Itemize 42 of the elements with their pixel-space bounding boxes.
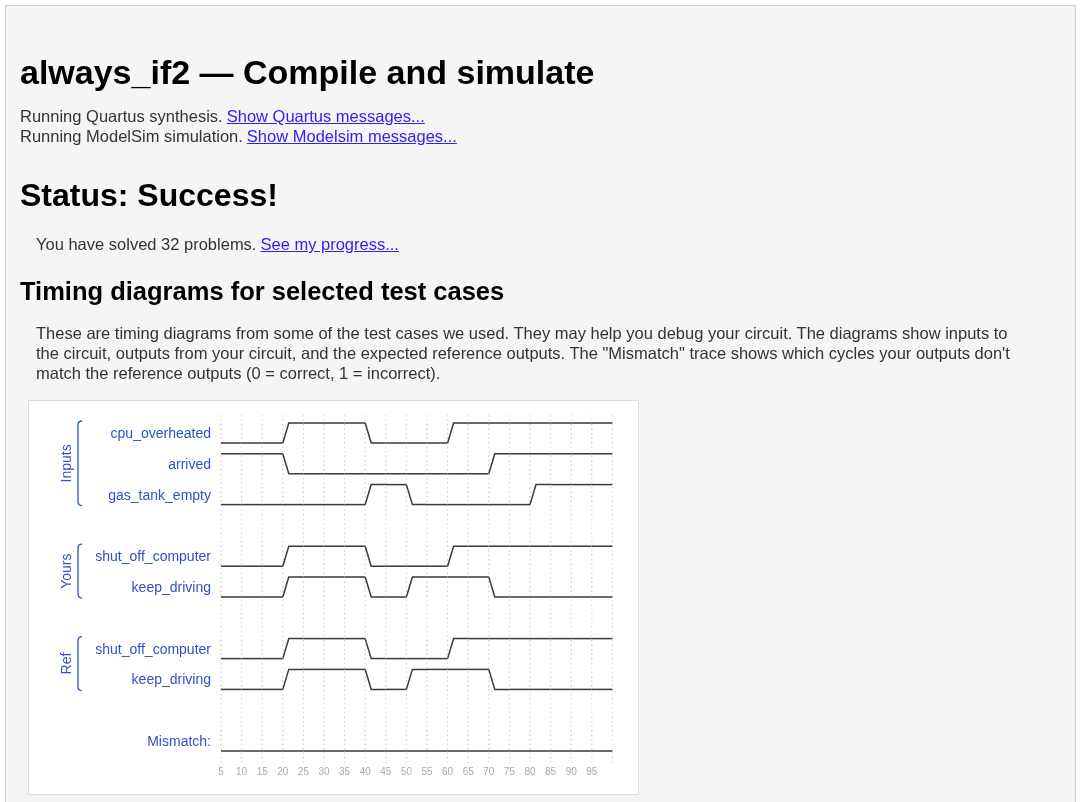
log-text: Running Quartus synthesis.: [20, 106, 223, 126]
description-text: These are timing diagrams from some of the test cases we used. They may help you debug your circuit. The diagrams show inputs to the circuit, outputs from your circuit, and the expected reference outputs. The "Mismatch" trace shows which cycles your outputs don't match the reference outputs (0 = correct, 1 = incorrect).: [36, 323, 1011, 383]
tick-label: 90: [565, 766, 577, 777]
messages-link[interactable]: Show Quartus messages...: [226, 106, 425, 126]
signal-label: shut_off_computer: [95, 640, 211, 657]
page-title: always_if2 — Compile and simulate: [20, 53, 595, 91]
status-heading: Status: Success!: [20, 176, 278, 214]
tick-label: 45: [380, 766, 392, 777]
tick-label: 5: [218, 766, 224, 777]
tick-label: 10: [236, 766, 248, 777]
tick-label: 50: [400, 766, 412, 777]
tick-label: 55: [421, 766, 433, 777]
signal-label: arrived: [168, 455, 211, 472]
tick-label: 80: [524, 766, 536, 777]
tick-label: 65: [462, 766, 474, 777]
group-bracket: [77, 543, 83, 599]
tick-label: 75: [503, 766, 515, 777]
tick-label: 60: [442, 766, 454, 777]
group-label: Ref: [58, 652, 74, 675]
signal-label: gas_tank_empty: [108, 486, 211, 503]
tick-label: 30: [318, 766, 330, 777]
signal-label: keep_driving: [131, 671, 211, 688]
group-label: Inputs: [58, 444, 74, 483]
tick-label: 85: [545, 766, 557, 777]
tick-label: 70: [483, 766, 495, 777]
messages-link[interactable]: Show Modelsim messages...: [246, 126, 457, 146]
log-text: Running ModelSim simulation.: [20, 126, 243, 146]
signal-label: shut_off_computer: [95, 548, 211, 565]
tick-label: 15: [256, 766, 268, 777]
section-heading: Timing diagrams for selected test cases: [20, 276, 505, 306]
signal-label: Mismatch:: [147, 733, 211, 749]
signal-label: cpu_overheated: [110, 425, 211, 441]
progress-text: You have solved 32 problems.: [36, 234, 257, 254]
signal-label: keep_driving: [131, 579, 211, 595]
group-bracket: [77, 635, 83, 692]
tick-label: 95: [586, 766, 598, 777]
progress-link[interactable]: See my progress...: [260, 234, 399, 254]
tick-label: 20: [277, 766, 289, 777]
tick-label: 25: [297, 766, 309, 777]
tick-label: 35: [339, 766, 351, 777]
group-label: Yours: [58, 553, 74, 589]
tick-label: 40: [359, 766, 371, 777]
